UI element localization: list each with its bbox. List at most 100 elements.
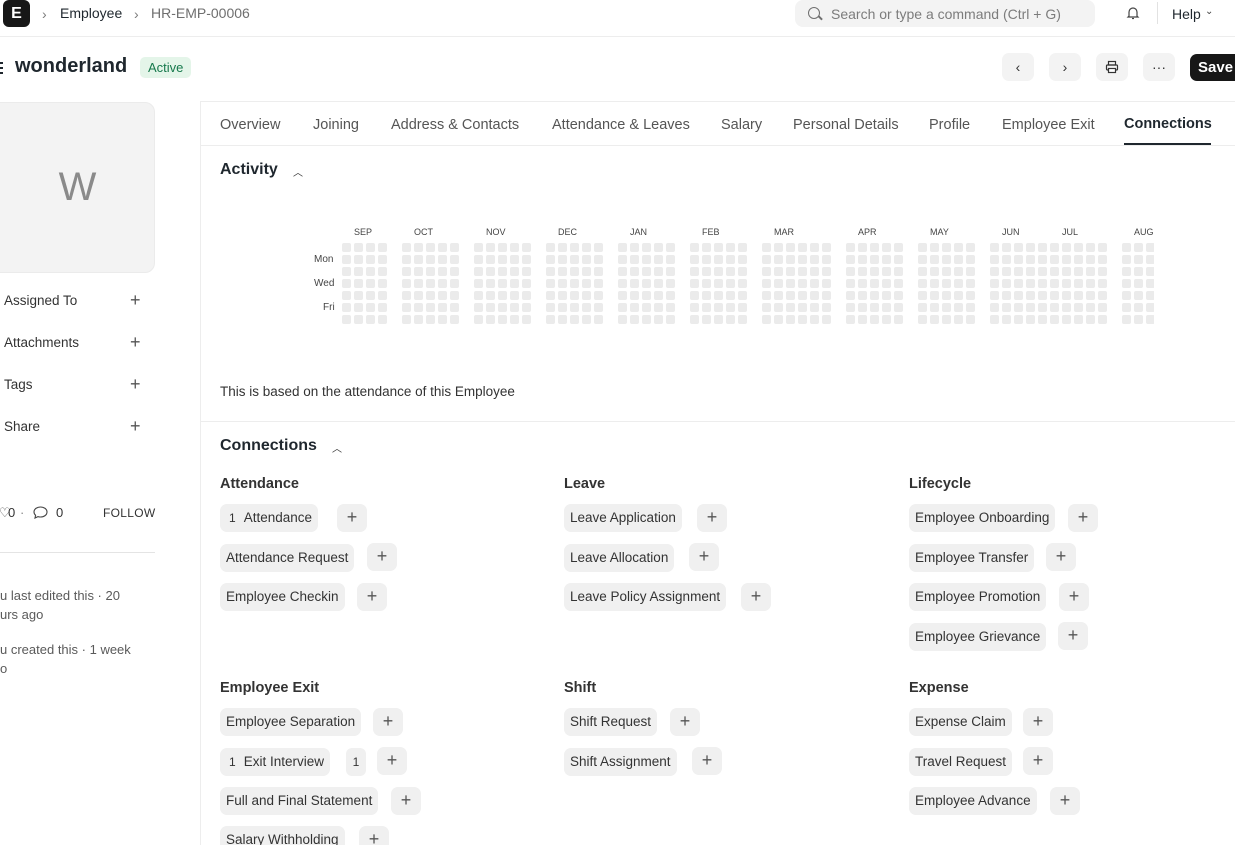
tab-joining[interactable]: Joining [313, 117, 359, 133]
bell-icon[interactable] [1126, 6, 1140, 20]
avatar[interactable]: W [0, 102, 155, 273]
tab-profile[interactable]: Profile [929, 117, 970, 133]
sidebar-item-share: Share [4, 419, 41, 434]
link-employee-onboarding[interactable]: Employee Onboarding [909, 504, 1056, 532]
link-employee-promotion[interactable]: Employee Promotion [909, 583, 1047, 611]
link-exit-interview[interactable]: 1 Exit Interview [220, 748, 330, 776]
heatmap-cell [1086, 255, 1095, 264]
heatmap-cell [738, 315, 747, 324]
heatmap-cell [1098, 303, 1107, 312]
app-logo[interactable]: E [3, 0, 30, 27]
add-tag-icon[interactable]: + [130, 375, 141, 393]
link-full-and-final-statement[interactable]: Full and Final Statement [220, 787, 379, 815]
add-employee-promotion-button[interactable]: + [1059, 583, 1089, 611]
heatmap-cell [618, 315, 627, 324]
heatmap-day-label: Mon [314, 254, 334, 265]
link-employee-separation[interactable]: Employee Separation [220, 708, 362, 736]
more-actions-button[interactable]: ··· [1143, 53, 1175, 81]
follow-button[interactable]: FOLLOW [103, 506, 155, 520]
tab-address-contacts[interactable]: Address & Contacts [391, 117, 519, 133]
add-employee-checkin-button[interactable]: + [357, 583, 387, 611]
save-button[interactable]: Save [1190, 54, 1235, 81]
heatmap-cell [366, 279, 375, 288]
link-leave-policy-assignment[interactable]: Leave Policy Assignment [564, 583, 727, 611]
heatmap-cell [642, 255, 651, 264]
tab-personal-details[interactable]: Personal Details [793, 117, 899, 133]
print-button[interactable] [1096, 53, 1128, 81]
search-input[interactable]: Search or type a command (Ctrl + G) [795, 0, 1095, 27]
add-expense-claim-button[interactable]: + [1023, 708, 1053, 736]
chevron-up-icon[interactable]: ︿ [293, 164, 303, 179]
add-employee-separation-button[interactable]: + [373, 708, 403, 736]
heatmap-cell [714, 255, 723, 264]
link-leave-allocation[interactable]: Leave Allocation [564, 544, 675, 572]
heatmap-cell [582, 267, 591, 276]
heatmap-cell [426, 303, 435, 312]
chevron-right-icon: › [42, 6, 47, 22]
heatmap-cell [1074, 255, 1083, 264]
add-attendance-button[interactable]: + [337, 504, 367, 532]
previous-record-button[interactable]: ‹ [1002, 53, 1034, 81]
tab-employee-exit[interactable]: Employee Exit [1002, 117, 1095, 133]
add-travel-request-button[interactable]: + [1023, 747, 1053, 775]
link-shift-request[interactable]: Shift Request [564, 708, 658, 736]
heatmap-cell [1086, 267, 1095, 276]
add-exit-interview-button[interactable]: + [377, 747, 407, 775]
activity-section-title[interactable]: Activity [220, 161, 278, 179]
heatmap-cell [810, 255, 819, 264]
tab-overview[interactable]: Overview [220, 117, 280, 133]
link-salary-withholding[interactable]: Salary Withholding [220, 826, 345, 845]
heatmap-cell [486, 255, 495, 264]
next-record-button[interactable]: › [1049, 53, 1081, 81]
chevron-down-icon[interactable]: ⌄ [1205, 6, 1213, 17]
heatmap-cell [810, 291, 819, 300]
add-leave-allocation-button[interactable]: + [689, 543, 719, 571]
link-attendance-request[interactable]: Attendance Request [220, 544, 355, 572]
connections-section-title[interactable]: Connections [220, 437, 317, 455]
heatmap-cell [1146, 255, 1154, 264]
open-count-badge[interactable]: 1 [346, 748, 366, 776]
breadcrumb-employee[interactable]: Employee [60, 5, 122, 21]
chevron-up-icon[interactable]: ︿ [332, 440, 342, 455]
add-share-icon[interactable]: + [130, 417, 141, 435]
heatmap-cell [1062, 279, 1071, 288]
sidebar-toggle-icon[interactable] [0, 62, 3, 74]
heatmap-cell [570, 243, 579, 252]
add-leave-application-button[interactable]: + [697, 504, 727, 532]
add-employee-onboarding-button[interactable]: + [1068, 504, 1098, 532]
link-travel-request[interactable]: Travel Request [909, 748, 1013, 776]
link-employee-transfer[interactable]: Employee Transfer [909, 544, 1035, 572]
add-attachment-icon[interactable]: + [130, 333, 141, 351]
link-employee-checkin[interactable]: Employee Checkin [220, 583, 345, 611]
add-salary-withholding-button[interactable]: + [359, 826, 389, 845]
comment-icon[interactable] [33, 506, 48, 519]
breadcrumb-record[interactable]: HR-EMP-00006 [151, 5, 250, 21]
link-employee-grievance[interactable]: Employee Grievance [909, 623, 1047, 651]
add-employee-grievance-button[interactable]: + [1058, 622, 1088, 650]
tab-connections[interactable]: Connections [1124, 116, 1212, 132]
heatmap-cell [1122, 291, 1131, 300]
add-full-and-final-statement-button[interactable]: + [391, 787, 421, 815]
add-shift-request-button[interactable]: + [670, 708, 700, 736]
heatmap-cell [1122, 303, 1131, 312]
link-expense-claim[interactable]: Expense Claim [909, 708, 1012, 736]
add-employee-advance-button[interactable]: + [1050, 787, 1080, 815]
help-menu[interactable]: Help [1172, 6, 1201, 22]
add-leave-policy-assignment-button[interactable]: + [741, 583, 771, 611]
heatmap-cell [882, 303, 891, 312]
heatmap-cell [378, 243, 387, 252]
add-assigned-to-icon[interactable]: + [130, 291, 141, 309]
heatmap-cell [582, 291, 591, 300]
link-attendance[interactable]: 1 Attendance [220, 504, 318, 532]
tab-attendance-leaves[interactable]: Attendance & Leaves [552, 117, 690, 133]
link-shift-assignment[interactable]: Shift Assignment [564, 748, 677, 776]
link-leave-application[interactable]: Leave Application [564, 504, 682, 532]
add-shift-assignment-button[interactable]: + [692, 747, 722, 775]
add-employee-transfer-button[interactable]: + [1046, 543, 1076, 571]
add-attendance-request-button[interactable]: + [367, 543, 397, 571]
heatmap-cell [774, 279, 783, 288]
heatmap-cell [810, 267, 819, 276]
link-employee-advance[interactable]: Employee Advance [909, 787, 1037, 815]
tab-salary[interactable]: Salary [721, 117, 762, 133]
heatmap-cell [774, 267, 783, 276]
